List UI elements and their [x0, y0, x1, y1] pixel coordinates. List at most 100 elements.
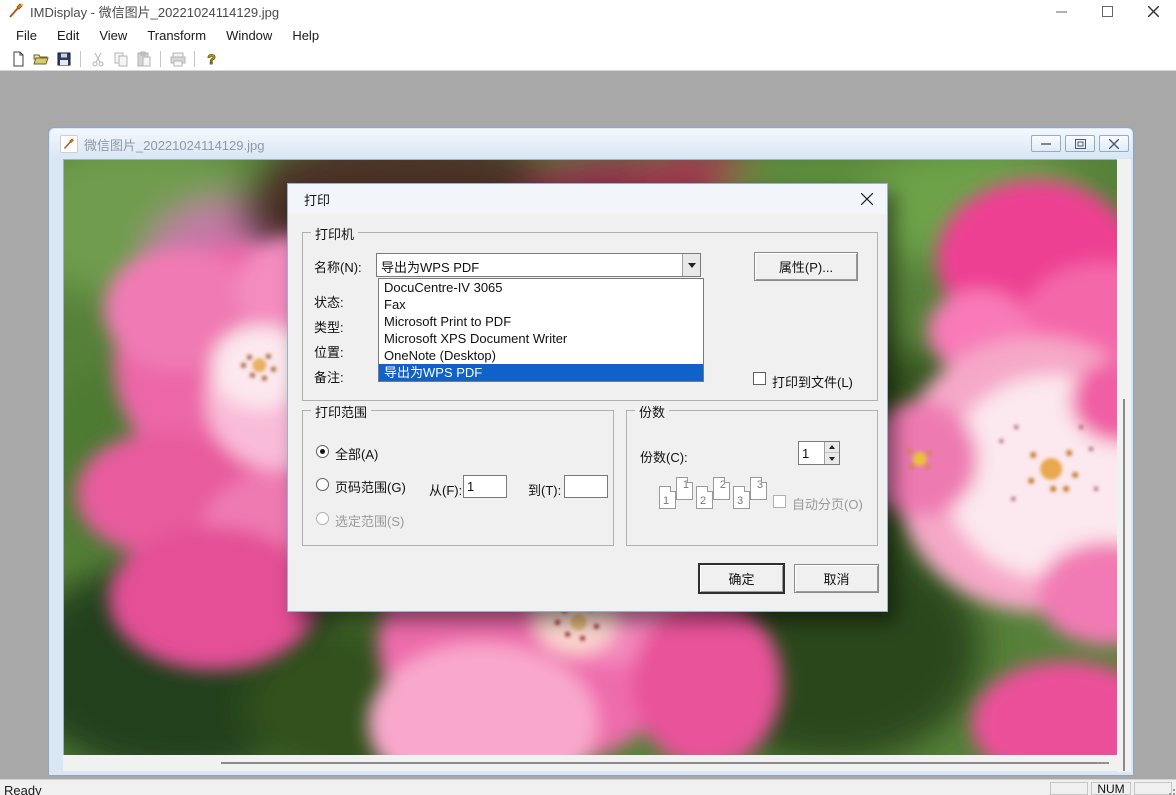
printer-option[interactable]: Microsoft Print to PDF: [379, 313, 703, 330]
printer-comment-label: 备注:: [314, 367, 344, 386]
menu-transform[interactable]: Transform: [137, 25, 216, 46]
to-label: 到(T):: [528, 480, 561, 499]
collate-pages-icon: 3 3: [733, 477, 767, 517]
paste-button: [132, 49, 155, 70]
maximize-icon[interactable]: [1084, 0, 1130, 22]
copies-down-button[interactable]: [825, 453, 839, 464]
collate-pages-icon: 2 2: [696, 477, 730, 517]
printer-option[interactable]: DocuCentre-IV 3065: [379, 279, 703, 296]
properties-button[interactable]: 属性(P)...: [754, 252, 858, 281]
title-bar: IMDisplay - 微信图片_20221024114129.jpg: [0, 0, 1176, 22]
horizontal-scrollbar[interactable]: [63, 755, 1117, 771]
copy-icon: [113, 51, 129, 67]
tool-bar: ?: [0, 48, 1176, 71]
range-selection-radio: [316, 512, 329, 525]
new-file-button[interactable]: [6, 49, 29, 70]
menu-view[interactable]: View: [89, 25, 137, 46]
chevron-down-icon: [688, 263, 696, 268]
copies-count-label: 份数(C):: [640, 447, 688, 466]
range-pages-radio[interactable]: [316, 478, 329, 491]
printer-group-label: 打印机: [311, 224, 358, 243]
imdisplay-window: IMDisplay - 微信图片_20221024114129.jpg File…: [0, 0, 1176, 795]
printer-combobox-value: 导出为WPS PDF: [381, 257, 479, 276]
printer-option-selected[interactable]: 导出为WPS PDF: [379, 364, 703, 381]
from-label: 从(F):: [429, 480, 462, 499]
toolbar-separator: [160, 51, 161, 67]
save-button[interactable]: [52, 49, 75, 70]
document-brush-icon: [60, 135, 78, 153]
copies-up-button[interactable]: [825, 442, 839, 453]
print-dialog-title-bar[interactable]: 打印: [288, 184, 887, 214]
printer-combobox[interactable]: 导出为WPS PDF: [376, 253, 701, 277]
print-icon: [170, 51, 186, 67]
print-to-file-checkbox[interactable]: [753, 372, 766, 385]
range-all-label[interactable]: 全部(A): [335, 444, 378, 463]
menu-help[interactable]: Help: [282, 25, 329, 46]
doc-restore-icon[interactable]: [1065, 135, 1095, 152]
copies-input[interactable]: [799, 442, 824, 464]
spin-up-icon: [829, 445, 835, 449]
toolbar-separator: [80, 51, 81, 67]
printer-option[interactable]: Fax: [379, 296, 703, 313]
cut-button: [86, 49, 109, 70]
open-folder-icon: [33, 51, 49, 67]
scrollbar-grip-dots: [1097, 762, 1111, 765]
save-icon: [56, 51, 72, 67]
menu-file[interactable]: File: [6, 25, 47, 46]
printer-dropdown-list: DocuCentre-IV 3065 Fax Microsoft Print t…: [378, 278, 704, 382]
collate-label: 自动分页(O): [792, 494, 863, 513]
cancel-button[interactable]: 取消: [794, 564, 879, 593]
vertical-scrollbar[interactable]: [1117, 159, 1131, 772]
printer-option[interactable]: OneNote (Desktop): [379, 347, 703, 364]
copy-button: [109, 49, 132, 70]
open-file-button[interactable]: [29, 49, 52, 70]
menu-edit[interactable]: Edit: [47, 25, 89, 46]
document-title: 微信图片_20221024114129.jpg: [84, 135, 264, 154]
range-selection-label: 选定范围(S): [335, 511, 404, 530]
vertical-scrollbar-thumb[interactable]: [1123, 399, 1125, 771]
resize-grip[interactable]: [1166, 786, 1175, 795]
document-title-bar[interactable]: 微信图片_20221024114129.jpg: [50, 129, 1132, 159]
print-button: [166, 49, 189, 70]
printer-location-label: 位置:: [314, 342, 344, 361]
collate-pages-icon: 1 1: [659, 477, 693, 517]
help-button[interactable]: ?: [200, 49, 223, 70]
menu-window[interactable]: Window: [216, 25, 282, 46]
to-page-input[interactable]: [564, 475, 608, 498]
from-page-input[interactable]: [463, 475, 507, 498]
print-dialog: 打印 打印机 名称(N): 导出为WPS PDF 属性(P)... 状态: 类型…: [287, 183, 888, 612]
horizontal-scrollbar-thumb[interactable]: [221, 762, 1109, 764]
help-question-icon: ?: [207, 51, 216, 67]
window-title: IMDisplay - 微信图片_20221024114129.jpg: [30, 2, 279, 21]
paste-icon: [136, 51, 152, 67]
cut-icon: [90, 51, 106, 67]
print-dialog-title: 打印: [304, 190, 330, 209]
doc-minimize-icon[interactable]: [1031, 135, 1061, 152]
printer-name-label: 名称(N):: [314, 257, 362, 276]
status-text: Ready: [4, 783, 42, 795]
collate-checkbox: [773, 495, 786, 508]
copies-group-label: 份数: [635, 402, 669, 421]
new-document-icon: [10, 51, 26, 67]
status-panel: [1050, 782, 1088, 795]
printer-status-label: 状态:: [314, 292, 344, 311]
printer-type-label: 类型:: [314, 317, 344, 336]
num-lock-indicator: NUM: [1091, 782, 1131, 795]
doc-close-icon[interactable]: [1099, 135, 1129, 152]
menu-bar: File Edit View Transform Window Help: [0, 22, 1176, 48]
combobox-dropdown-button[interactable]: [682, 254, 700, 276]
close-icon[interactable]: [1130, 0, 1176, 22]
copies-spinner[interactable]: [798, 441, 840, 465]
print-range-group-label: 打印范围: [311, 402, 371, 421]
app-brush-icon: [8, 3, 24, 19]
status-bar: Ready NUM: [0, 779, 1176, 795]
spin-down-icon: [829, 457, 835, 461]
ok-button[interactable]: 确定: [699, 564, 784, 593]
printer-option[interactable]: Microsoft XPS Document Writer: [379, 330, 703, 347]
range-pages-label[interactable]: 页码范围(G): [335, 477, 406, 496]
minimize-icon[interactable]: [1038, 0, 1084, 22]
dialog-close-icon[interactable]: [859, 191, 875, 207]
toolbar-separator: [194, 51, 195, 67]
range-all-radio[interactable]: [316, 445, 329, 458]
print-to-file-label[interactable]: 打印到文件(L): [772, 372, 853, 391]
